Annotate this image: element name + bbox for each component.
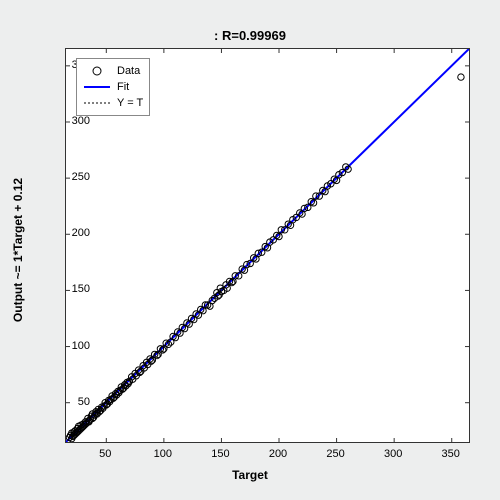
x-tick-label: 150 <box>211 448 229 460</box>
x-tick-label: 300 <box>384 448 402 460</box>
dotted-line-icon <box>83 96 111 110</box>
y-tick-label: 300 <box>50 115 90 127</box>
legend-label: Data <box>117 65 140 77</box>
x-tick-label: 350 <box>442 448 460 460</box>
y-tick-label: 250 <box>50 171 90 183</box>
y-tick-label: 100 <box>50 340 90 352</box>
x-tick-label: 200 <box>269 448 287 460</box>
y-tick-label: 200 <box>50 227 90 239</box>
y-tick-label: 50 <box>50 396 90 408</box>
regression-chart: : R=0.99969 Output ~= 1*Target + 0.12 Ta… <box>0 0 500 500</box>
x-tick-label: 100 <box>154 448 172 460</box>
y-tick-label: 150 <box>50 283 90 295</box>
x-tick-label: 50 <box>99 448 111 460</box>
circle-marker-icon <box>83 64 111 78</box>
solid-line-icon <box>83 80 111 94</box>
x-tick-label: 250 <box>326 448 344 460</box>
legend-label: Fit <box>117 81 129 93</box>
chart-title: : R=0.99969 <box>0 28 500 43</box>
legend-label: Y = T <box>117 97 143 109</box>
legend-entry-fit: Fit <box>83 79 143 95</box>
y-axis-label: Output ~= 1*Target + 0.12 <box>11 178 25 322</box>
legend: Data Fit Y = T <box>76 58 150 116</box>
x-axis-label: Target <box>0 468 500 482</box>
legend-entry-yt: Y = T <box>83 95 143 111</box>
legend-entry-data: Data <box>83 63 143 79</box>
